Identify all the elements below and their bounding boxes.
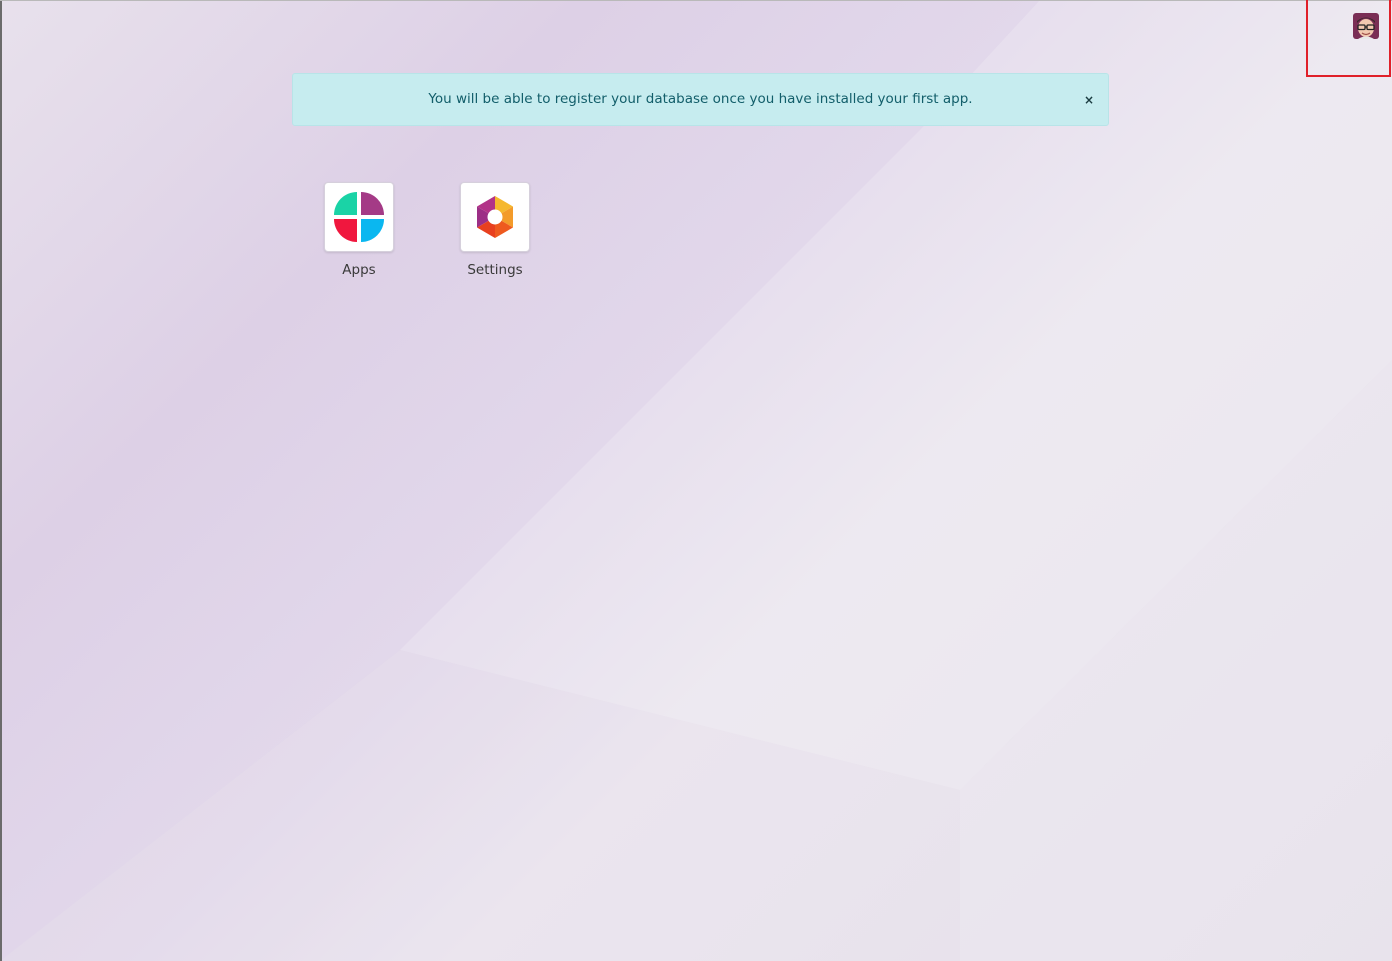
app-tile-settings[interactable]: Settings	[445, 182, 545, 278]
app-label-apps: Apps	[342, 262, 376, 278]
home-background	[0, 0, 1392, 961]
app-tile-apps[interactable]: Apps	[309, 182, 409, 278]
app-label-settings: Settings	[467, 262, 523, 278]
background-pattern	[0, 0, 1392, 961]
alert-message: You will be able to register your databa…	[428, 91, 973, 107]
window-top-border	[0, 0, 1392, 1]
highlight-frame	[1306, 0, 1391, 77]
window-left-border	[0, 0, 2, 961]
settings-icon	[460, 182, 530, 252]
apps-icon	[324, 182, 394, 252]
registration-alert: You will be able to register your databa…	[292, 73, 1109, 126]
user-avatar-icon[interactable]	[1353, 13, 1379, 39]
alert-close-button[interactable]: ×	[1080, 90, 1098, 110]
